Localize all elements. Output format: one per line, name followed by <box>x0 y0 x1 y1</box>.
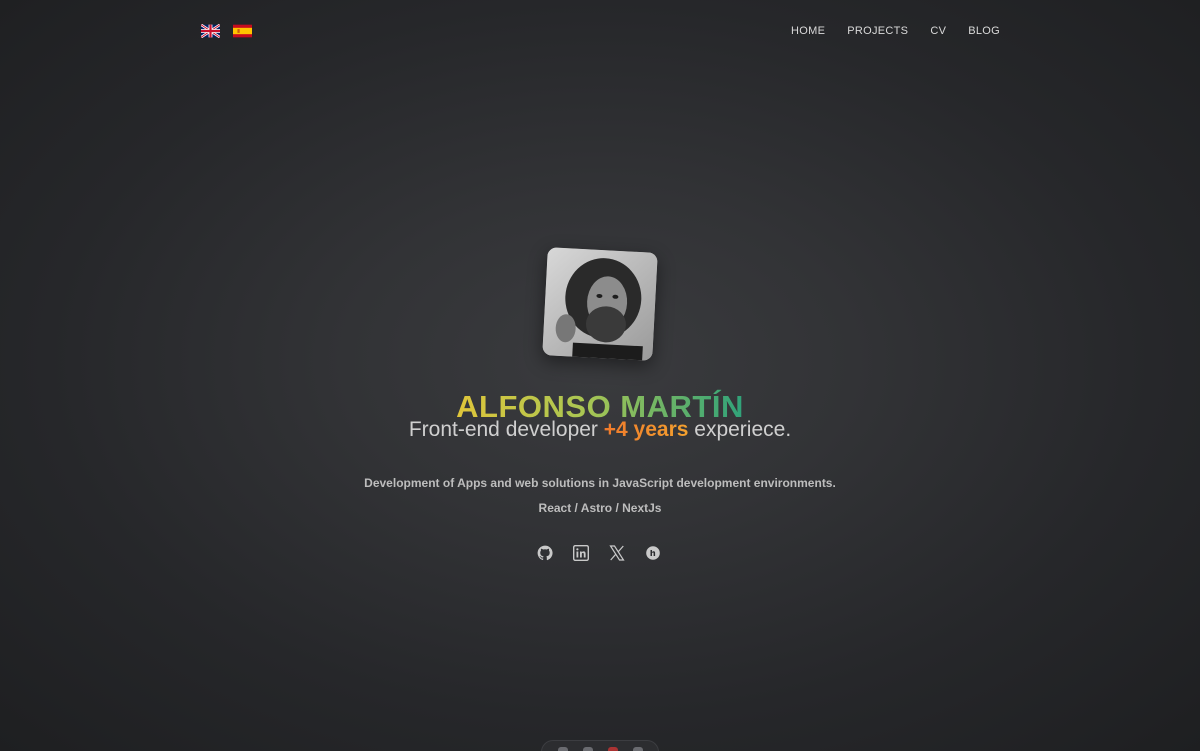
dock-item-icon[interactable] <box>582 747 593 751</box>
hero-tagline: Front-end developer +4 years experiece. <box>0 418 1200 442</box>
avatar <box>542 247 658 361</box>
language-switcher <box>201 24 252 38</box>
site-header: HOME PROJECTS CV BLOG <box>0 0 1200 64</box>
x-icon[interactable] <box>609 545 625 561</box>
nav-projects[interactable]: PROJECTS <box>847 25 908 37</box>
tagline-highlight: +4 years <box>603 418 689 441</box>
linkedin-icon[interactable] <box>573 545 589 561</box>
bottom-dock <box>541 740 659 751</box>
tech-stack: React / Astro / NextJs <box>538 501 662 515</box>
main-nav: HOME PROJECTS CV BLOG <box>791 25 1000 37</box>
tagline-suffix: experiece. <box>688 418 792 441</box>
social-links <box>537 545 661 561</box>
nav-cv[interactable]: CV <box>930 25 946 37</box>
nav-blog[interactable]: BLOG <box>968 25 1000 37</box>
dock-item-icon[interactable] <box>632 747 643 751</box>
uk-flag-icon[interactable] <box>201 24 220 38</box>
hero-description: Development of Apps and web solutions in… <box>364 476 836 490</box>
hashnode-icon[interactable] <box>645 545 661 561</box>
github-icon[interactable] <box>537 545 553 561</box>
tagline-prefix: Front-end developer <box>408 418 604 441</box>
dock-item-icon[interactable] <box>557 747 568 751</box>
dock-item-icon[interactable] <box>607 747 618 751</box>
nav-home[interactable]: HOME <box>791 25 825 37</box>
spain-flag-icon[interactable] <box>233 24 252 38</box>
